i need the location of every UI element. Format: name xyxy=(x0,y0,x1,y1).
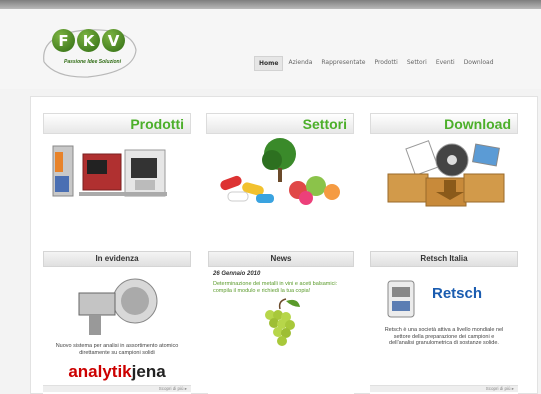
instrument-photo xyxy=(43,271,191,343)
logo-letter-k: K xyxy=(77,29,100,52)
grapes-image xyxy=(208,297,354,357)
download-box[interactable]: Download xyxy=(370,113,518,216)
brand-jena: jena xyxy=(131,362,166,381)
download-title: Download xyxy=(444,116,511,132)
nav-item-azienda[interactable]: Azienda xyxy=(284,56,316,71)
news-box: News 26 Gennaio 2010 Determinazione dei … xyxy=(208,251,354,394)
nav-item-home[interactable]: Home xyxy=(254,56,284,71)
logo-tagline: Passione Idee Soluzioni xyxy=(64,59,121,65)
logo-letter-f: F xyxy=(52,29,75,52)
brand-analytik: analytik xyxy=(68,362,132,381)
download-header: Download xyxy=(370,113,518,134)
evidenza-title: In evidenza xyxy=(43,251,191,267)
top-border-bar xyxy=(0,0,541,9)
logo-letters: F K V xyxy=(52,29,125,52)
retsch-logo[interactable]: Retsch xyxy=(432,285,482,302)
evidenza-text: Nuovo sistema per analisi in assortiment… xyxy=(55,343,179,356)
settori-box[interactable]: Settori xyxy=(206,113,354,216)
nav-item-eventi[interactable]: Eventi xyxy=(432,56,459,71)
retsch-visual: Retsch xyxy=(370,267,518,327)
analytik-jena-logo[interactable]: analytikjena xyxy=(43,362,191,382)
nav-item-rappresentate[interactable]: Rappresentate xyxy=(317,56,369,71)
fkv-logo[interactable]: F K V Passione Idee Soluzioni xyxy=(36,22,141,80)
download-boxes-image xyxy=(370,134,518,214)
main-nav: Home Azienda Rappresentate Prodotti Sett… xyxy=(254,56,499,71)
retsch-logo-text: Retsch xyxy=(432,285,483,302)
evidenza-more-bar: Scopri di più ▸ xyxy=(43,385,191,392)
nav-item-download[interactable]: Download xyxy=(460,56,498,71)
news-date: 26 Gennaio 2010 xyxy=(213,271,261,277)
prodotti-title: Prodotti xyxy=(130,116,184,132)
news-title: News xyxy=(208,251,354,267)
prodotti-box[interactable]: Prodotti xyxy=(43,113,191,216)
logo-letter-v: V xyxy=(102,29,125,52)
retsch-text: Retsch è una società attiva a livello mo… xyxy=(384,327,504,346)
sectors-collage-image xyxy=(206,134,354,214)
lab-instruments-image xyxy=(43,134,191,214)
retsch-more-link[interactable]: Scopri di più ▸ xyxy=(486,386,514,392)
evidenza-box: In evidenza Nuovo sistema per analisi in… xyxy=(43,251,191,394)
nav-item-prodotti[interactable]: Prodotti xyxy=(370,56,401,71)
news-text[interactable]: Determinazione dei metalli in vini e ace… xyxy=(208,279,354,297)
settori-title: Settori xyxy=(302,116,347,132)
retsch-more-bar: Scopri di più ▸ xyxy=(370,385,518,392)
retsch-title: Retsch Italia xyxy=(370,251,518,267)
retsch-box: Retsch Italia Retsch Retsch è una societ… xyxy=(370,251,518,394)
nav-item-settori[interactable]: Settori xyxy=(403,56,431,71)
settori-header: Settori xyxy=(206,113,354,134)
evidenza-more-link[interactable]: Scopri di più ▸ xyxy=(159,386,187,392)
prodotti-header: Prodotti xyxy=(43,113,191,134)
